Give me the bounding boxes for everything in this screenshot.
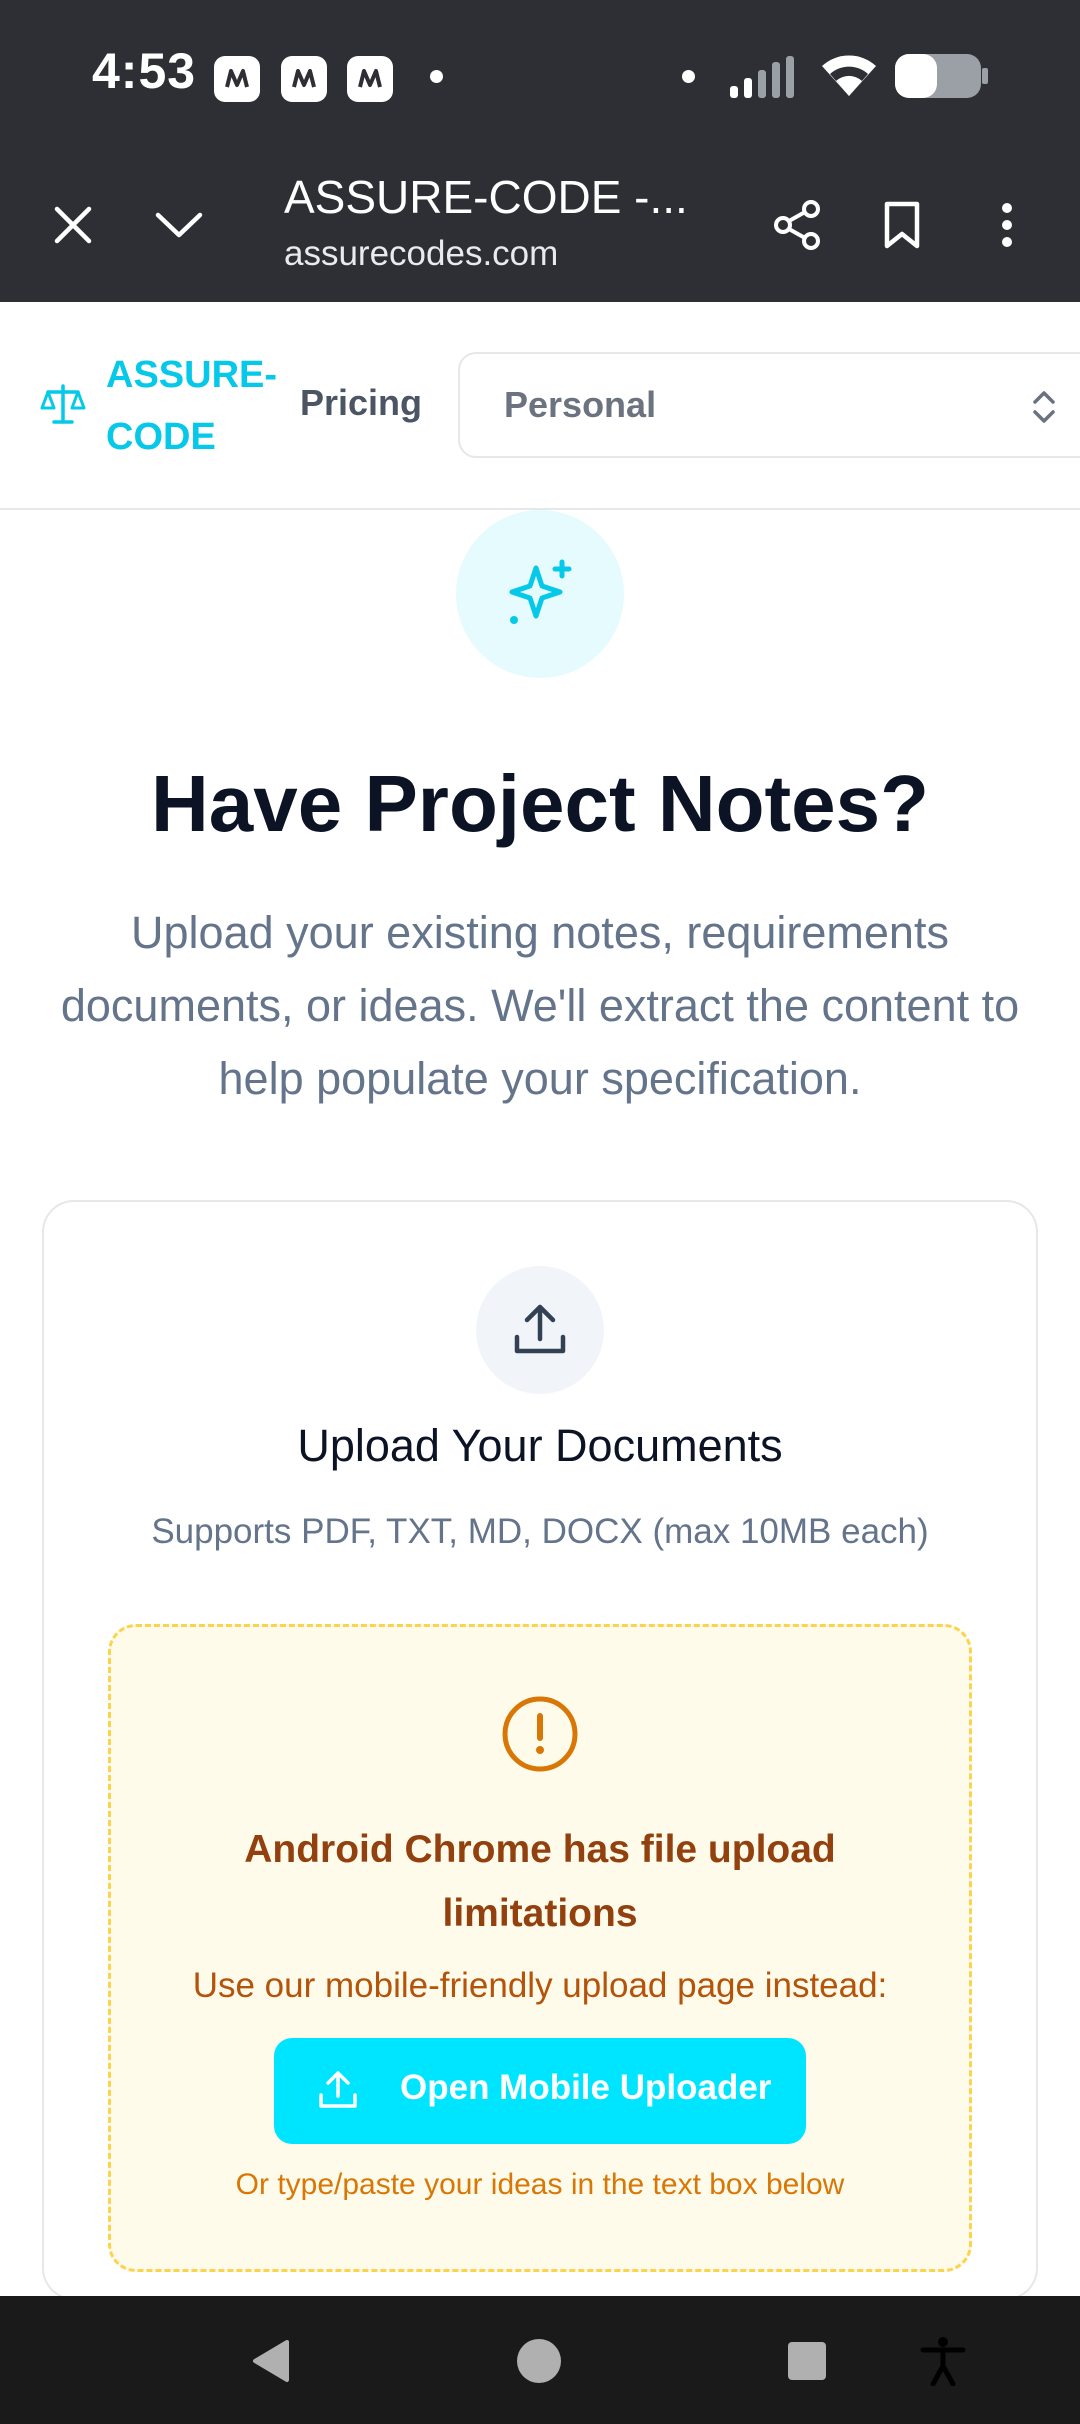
site-header: ASSURE- CODE Pricing Personal — [0, 302, 1080, 510]
upload-title: Upload Your Documents — [297, 1420, 783, 1471]
upload-icon — [319, 2071, 357, 2108]
hero-title: Have Project Notes? — [150, 759, 930, 848]
close-icon — [54, 206, 92, 244]
share-icon — [774, 200, 820, 250]
home-circle-icon — [517, 2339, 561, 2383]
upload-subtitle: Supports PDF, TXT, MD, DOCX (max 10MB ea… — [151, 1512, 929, 1551]
recents-square-icon — [788, 2342, 826, 2380]
plan-select[interactable]: Personal — [458, 352, 1080, 458]
more-notifications-dot — [430, 70, 443, 83]
accessibility-button[interactable] — [908, 2326, 978, 2396]
back-triangle-icon — [253, 2340, 289, 2382]
bookmark-icon — [884, 201, 920, 249]
brand-line-2: CODE — [106, 416, 216, 458]
news-app-icon — [214, 56, 260, 102]
recents-button[interactable] — [772, 2326, 842, 2396]
android-nav-bar — [0, 2296, 1080, 2424]
browser-toolbar: ASSURE-CODE -... assurecodes.com — [0, 150, 1080, 302]
upload-icon — [514, 1304, 566, 1354]
nav-pricing-link[interactable]: Pricing — [300, 382, 422, 424]
brand-line-1: ASSURE- — [106, 354, 278, 396]
status-bar: 4:53 — [0, 0, 1080, 150]
news-app-icon — [347, 56, 393, 102]
share-button[interactable] — [762, 190, 832, 260]
signal-icon — [730, 56, 794, 98]
warning-text: Use our mobile-friendly upload page inst… — [192, 1966, 888, 2005]
alert-circle-icon — [502, 1696, 578, 1772]
page-domain[interactable]: assurecodes.com — [284, 234, 558, 274]
bookmark-button[interactable] — [867, 190, 937, 260]
brand-logo[interactable]: ASSURE- CODE — [106, 344, 286, 468]
sparkles-icon — [509, 559, 572, 624]
hero-description: Upload your existing notes, requirements… — [60, 907, 1020, 1104]
back-button[interactable] — [236, 2326, 306, 2396]
chevron-down-icon — [155, 212, 203, 238]
wifi-icon — [822, 55, 876, 96]
scale-icon — [40, 384, 86, 424]
page-title[interactable]: ASSURE-CODE -... — [284, 170, 688, 224]
open-mobile-uploader-button[interactable]: Open Mobile Uploader — [274, 2038, 806, 2144]
battery-icon — [895, 54, 988, 98]
plan-select-value: Personal — [504, 384, 657, 425]
warning-title: Android Chrome has file upload limitatio… — [244, 1828, 836, 1935]
more-vert-icon — [1002, 203, 1012, 247]
home-button[interactable] — [504, 2326, 574, 2396]
sparkles-icon-badge — [456, 510, 624, 678]
open-mobile-uploader-label: Open Mobile Uploader — [400, 2068, 772, 2107]
upload-icon-badge — [476, 1266, 604, 1394]
close-tab-button[interactable] — [38, 190, 108, 260]
chevron-updown-icon — [1033, 391, 1055, 423]
more-options-button[interactable] — [972, 190, 1042, 260]
accessibility-icon — [920, 2337, 966, 2386]
status-time: 4:53 — [92, 43, 197, 99]
news-app-icon — [281, 56, 327, 102]
minimize-button[interactable] — [144, 190, 214, 260]
sync-dot — [682, 70, 695, 83]
warning-footnote: Or type/paste your ideas in the text box… — [235, 2168, 845, 2201]
